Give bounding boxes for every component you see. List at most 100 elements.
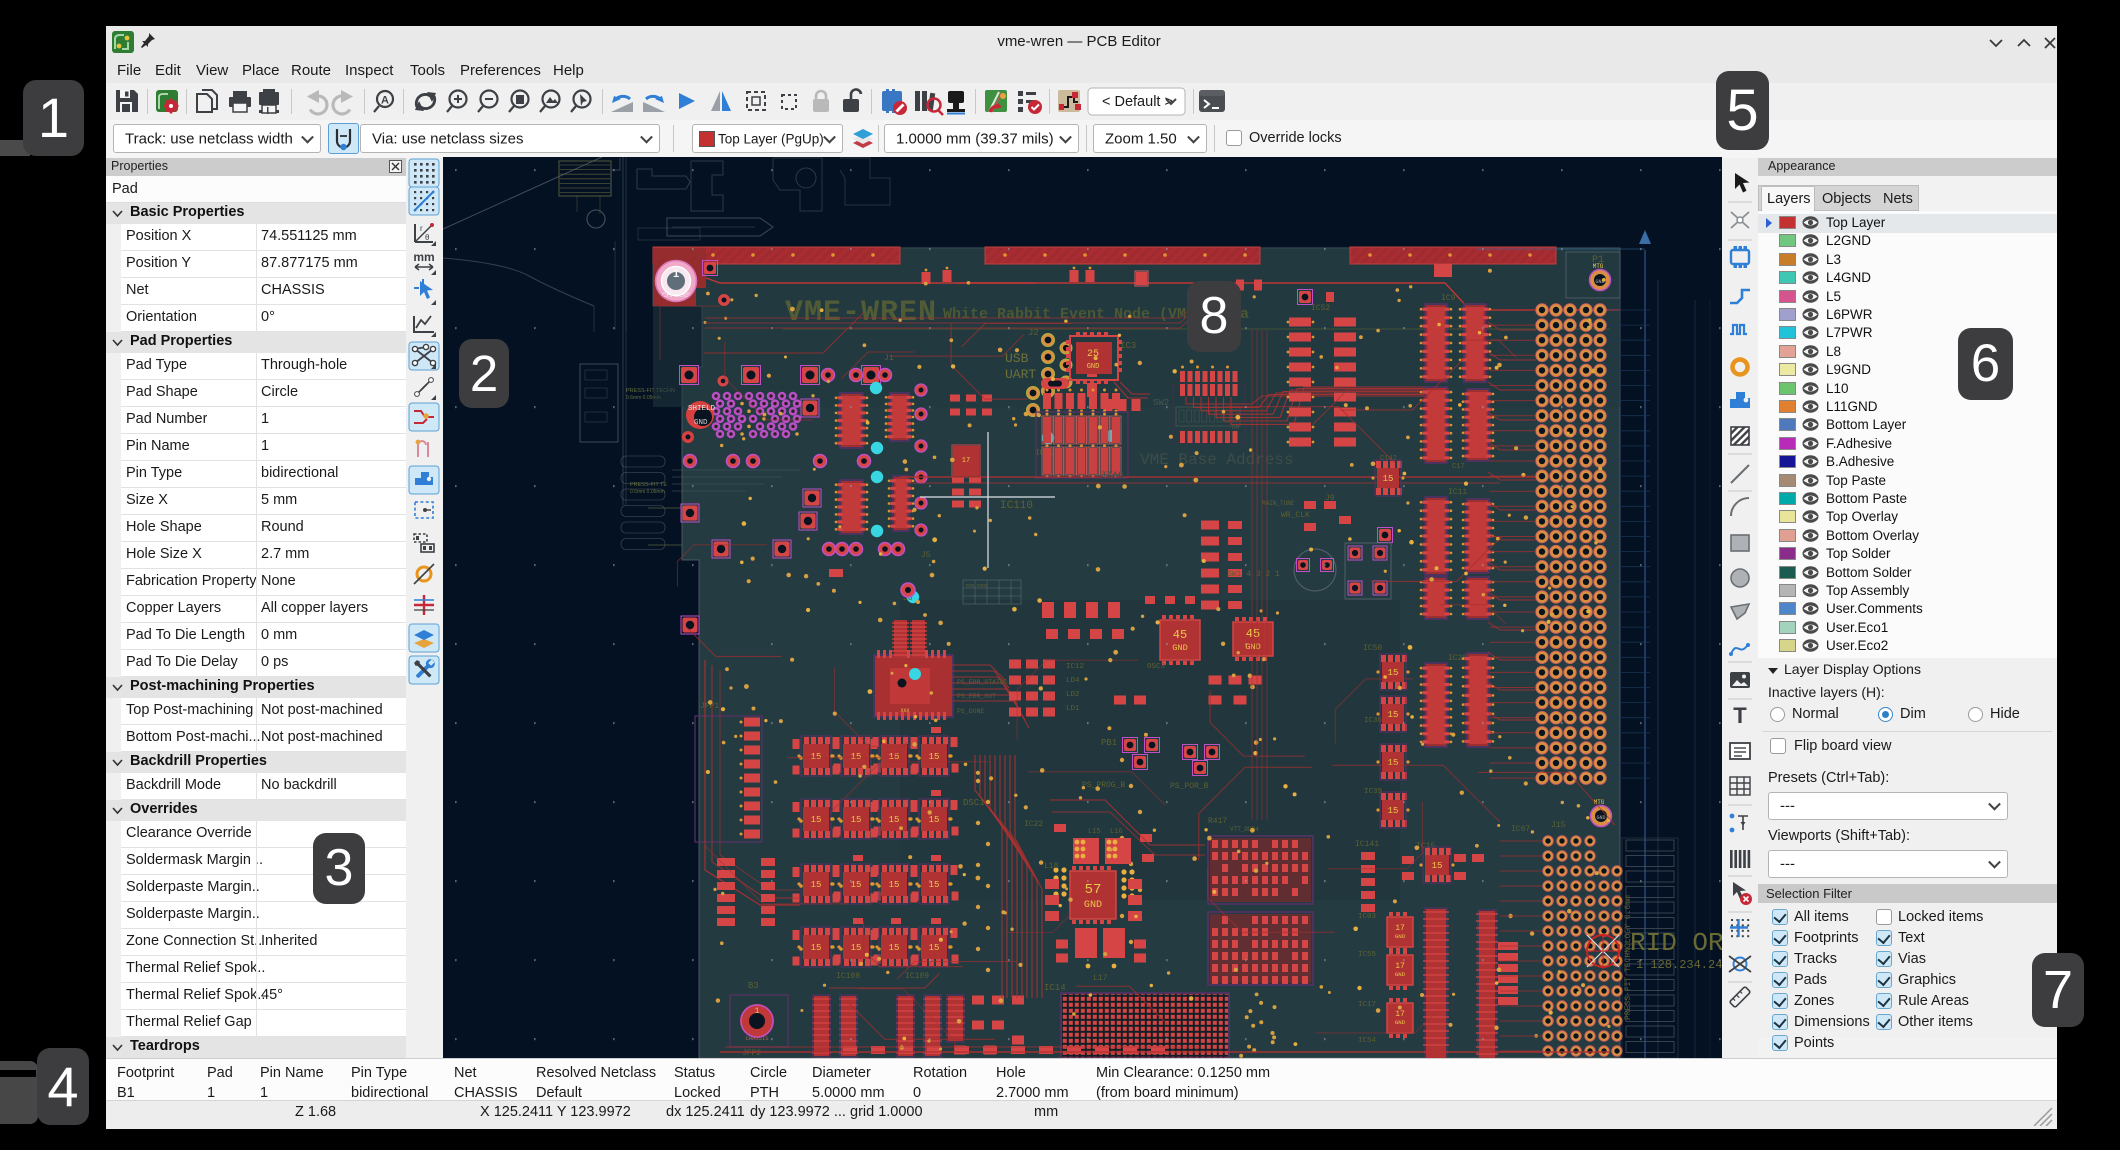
svg-text:IC54: IC54 [1358, 1037, 1377, 1045]
svg-text:15: 15 [1388, 806, 1399, 816]
svg-text:LD4: LD4 [1066, 677, 1080, 685]
svg-text:mm: mm [413, 250, 434, 264]
svg-text:PS_POR_B: PS_POR_B [1170, 782, 1209, 791]
svg-text:r: r [420, 224, 423, 233]
svg-text:IC50: IC50 [1363, 644, 1382, 653]
svg-text:L15: L15 [1088, 828, 1101, 836]
svg-text:15: 15 [851, 815, 862, 825]
svg-text:45: 45 [1246, 627, 1260, 641]
svg-text:A: A [381, 95, 389, 107]
svg-text:VTT_DDR4: VTT_DDR4 [1230, 826, 1259, 833]
svg-text:15: 15 [889, 880, 900, 890]
svg-text:SW1 4 3 2 1: SW1 4 3 2 1 [1227, 570, 1280, 579]
svg-text:VME Base Address: VME Base Address [1140, 451, 1294, 469]
svg-text:B3: B3 [748, 981, 759, 991]
svg-text:XXX: XXX [900, 708, 909, 714]
svg-text:IC9: IC9 [1441, 294, 1456, 303]
svg-text:PS_ERR_STATUS: PS_ERR_STATUS [957, 679, 1008, 686]
svg-text:15: 15 [811, 880, 822, 890]
svg-text:IC12: IC12 [1066, 663, 1084, 671]
svg-text:PS_PROG_B: PS_PROG_B [1082, 781, 1125, 790]
svg-text:1: 1 [673, 268, 679, 280]
svg-text:RUN MODE: RUN MODE [966, 583, 988, 589]
svg-text:JTAG: JTAG [1100, 471, 1124, 482]
svg-text:L16: L16 [1110, 828, 1123, 836]
svg-text:GND: GND [1395, 1019, 1406, 1026]
svg-text:IC67: IC67 [1511, 825, 1530, 834]
svg-text:15: 15 [811, 943, 822, 953]
svg-text:P1: P1 [1592, 255, 1604, 266]
svg-text:GND: GND [1172, 643, 1188, 653]
svg-text:LD2: LD2 [1066, 691, 1080, 699]
svg-text:IC14: IC14 [1044, 983, 1066, 993]
svg-text:17: 17 [1395, 924, 1405, 933]
svg-text:CHASSIS: CHASSIS [745, 1035, 769, 1042]
svg-text:UART: UART [1005, 367, 1036, 382]
svg-text:15: 15 [811, 752, 822, 762]
svg-text:IC28: IC28 [1448, 654, 1467, 663]
svg-text:IC52: IC52 [1311, 304, 1330, 313]
svg-text:GND: GND [1395, 933, 1406, 940]
svg-text:θ: θ [425, 233, 430, 242]
svg-text:GND: GND [1245, 642, 1261, 652]
svg-text:GND: GND [1596, 815, 1605, 821]
svg-text:WR_CLK: WR_CLK [1281, 511, 1310, 520]
svg-text:15: 15 [1383, 474, 1394, 484]
svg-text:15: 15 [1432, 861, 1443, 871]
svg-text:PS_DONE: PS_DONE [957, 708, 984, 715]
svg-text:L17: L17 [1093, 974, 1108, 983]
svg-text:USB: USB [1005, 351, 1029, 366]
svg-text:IC17: IC17 [1358, 1001, 1376, 1009]
svg-text:GND: GND [1084, 900, 1102, 911]
svg-text:IC36: IC36 [1364, 717, 1383, 725]
svg-text:17: 17 [962, 457, 970, 465]
svg-text:VME-WREN: VME-WREN [785, 296, 937, 330]
svg-text:J15: J15 [1551, 821, 1566, 830]
svg-text:PRESS-FIT TECHNOLOGY 0.6mm: PRESS-FIT TECHNOLOGY 0.6mm [1624, 895, 1633, 1020]
svg-text:15: 15 [851, 752, 862, 762]
svg-text:15: 15 [889, 752, 900, 762]
svg-text:IC11: IC11 [1448, 488, 1467, 497]
svg-text:LD1: LD1 [1066, 705, 1080, 713]
svg-text:DSC1: DSC1 [963, 798, 985, 808]
svg-text:15: 15 [811, 815, 822, 825]
svg-text:GND: GND [694, 419, 708, 427]
svg-text:IC22: IC22 [1024, 820, 1043, 829]
svg-text:PS_ERR_OUT: PS_ERR_OUT [957, 693, 996, 700]
svg-text:15: 15 [851, 943, 862, 953]
svg-text:ON: ON [1232, 424, 1240, 431]
svg-text:< Default >: < Default > [1102, 94, 1173, 110]
svg-text:IC3: IC3 [1120, 341, 1136, 351]
svg-text:1 128.234.24 (: 1 128.234.24 ( [1636, 958, 1722, 972]
svg-text:IC108: IC108 [836, 972, 860, 981]
svg-text:57: 57 [1085, 882, 1102, 898]
svg-text:15: 15 [889, 943, 900, 953]
svg-text:IC03: IC03 [1358, 913, 1377, 921]
svg-text:17: 17 [1395, 1010, 1405, 1019]
svg-text:GND: GND [1087, 363, 1100, 371]
svg-text:15: 15 [929, 815, 940, 825]
svg-text:C17: C17 [1452, 463, 1465, 471]
svg-text:1: 1 [755, 1007, 760, 1016]
svg-text:RID ORG: RID ORG [1630, 928, 1722, 958]
svg-text:IC55: IC55 [1358, 951, 1377, 959]
svg-text:J2: J2 [1028, 328, 1039, 338]
svg-text:15: 15 [889, 815, 900, 825]
svg-text:OSC3: OSC3 [1147, 663, 1166, 671]
svg-text:0.6mm 0.05mm: 0.6mm 0.05mm [630, 489, 665, 495]
svg-text:IC141: IC141 [1355, 840, 1379, 849]
svg-text:IC110: IC110 [1000, 500, 1033, 512]
svg-text:R417: R417 [1208, 817, 1227, 826]
svg-text:15: 15 [929, 943, 940, 953]
svg-text:15: 15 [1388, 668, 1399, 678]
svg-text:IC39: IC39 [1364, 788, 1382, 796]
svg-text:J5: J5 [921, 551, 931, 560]
svg-text:IC109: IC109 [905, 972, 929, 981]
svg-text:15: 15 [851, 880, 862, 890]
svg-text:15: 15 [1388, 758, 1399, 768]
svg-text:45: 45 [1173, 628, 1187, 642]
svg-text:JFP2: JFP2 [742, 1049, 761, 1058]
svg-text:T: T [1733, 703, 1747, 728]
svg-text:J1: J1 [884, 354, 894, 363]
svg-text:L18: L18 [1044, 862, 1059, 871]
